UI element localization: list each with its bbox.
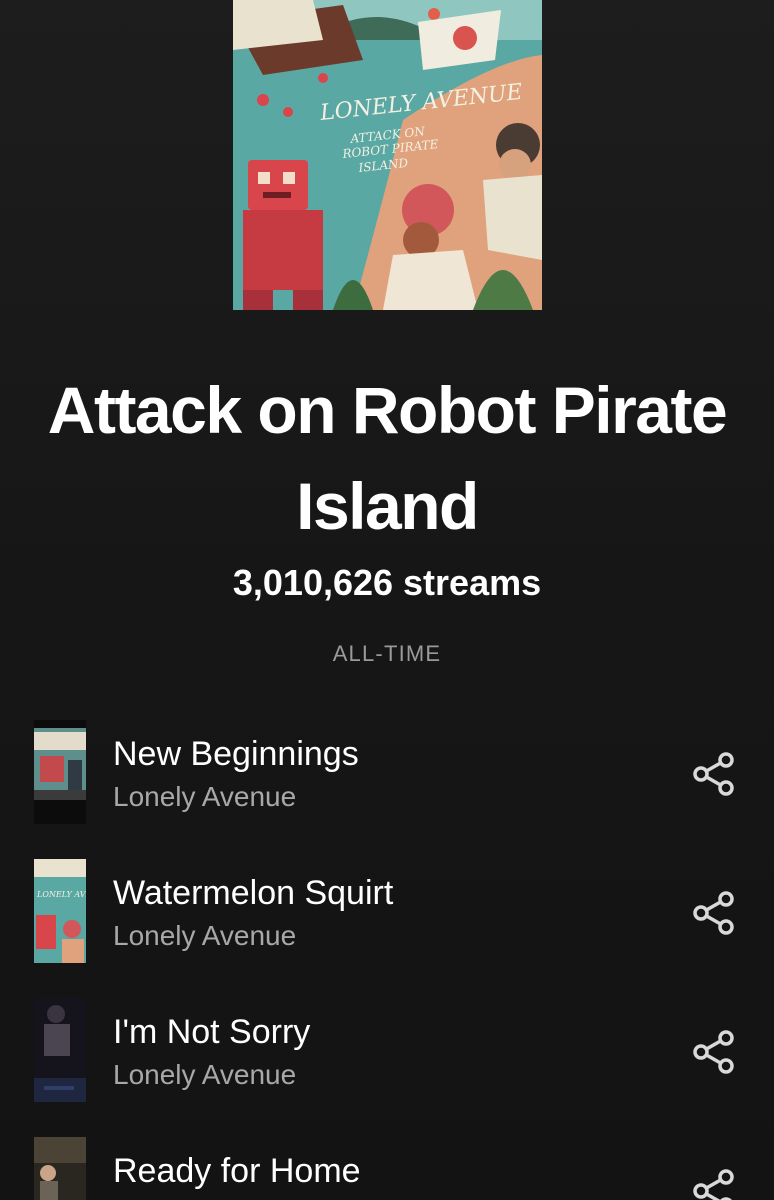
share-icon <box>693 891 734 935</box>
track-row[interactable]: Ready for Home <box>0 1137 774 1200</box>
track-name: Ready for Home <box>113 1152 361 1190</box>
track-row[interactable]: LONELY AVENUE Watermelon Squirt Lonely A… <box>0 859 774 963</box>
share-button[interactable] <box>690 889 738 937</box>
track-artist: Lonely Avenue <box>113 1059 297 1090</box>
album-stats-page: LONELY AVENUE ATTACK ON ROBOT PIRATE ISL… <box>0 0 774 1200</box>
share-button[interactable] <box>690 1167 738 1200</box>
track-name: I'm Not Sorry <box>113 1013 311 1051</box>
track-row[interactable]: I'm Not Sorry Lonely Avenue <box>0 998 774 1102</box>
share-icon <box>693 752 734 796</box>
track-thumbnail <box>34 720 86 824</box>
track-row[interactable]: New Beginnings Lonely Avenue <box>0 720 774 824</box>
track-thumbnail <box>34 998 86 1102</box>
track-name: New Beginnings <box>113 735 359 773</box>
stream-count: 3,010,626 streams <box>232 562 542 603</box>
track-name: Watermelon Squirt <box>113 874 394 912</box>
track-artist: Lonely Avenue <box>113 920 297 951</box>
share-icon <box>693 1169 734 1200</box>
track-thumbnail: LONELY AVENUE <box>34 859 86 963</box>
track-thumbnail <box>34 1137 86 1200</box>
share-button[interactable] <box>690 1028 738 1076</box>
album-title: Attack on Robot Pirate Island <box>47 373 728 543</box>
track-artist: Lonely Avenue <box>113 781 297 812</box>
svg-text:LONELY AVENUE: LONELY AVENUE <box>36 890 86 899</box>
share-button[interactable] <box>690 750 738 798</box>
period-label: ALL-TIME <box>332 641 442 666</box>
share-icon <box>693 1030 734 1074</box>
album-cover-art: LONELY AVENUE ATTACK ON ROBOT PIRATE ISL… <box>233 0 542 310</box>
